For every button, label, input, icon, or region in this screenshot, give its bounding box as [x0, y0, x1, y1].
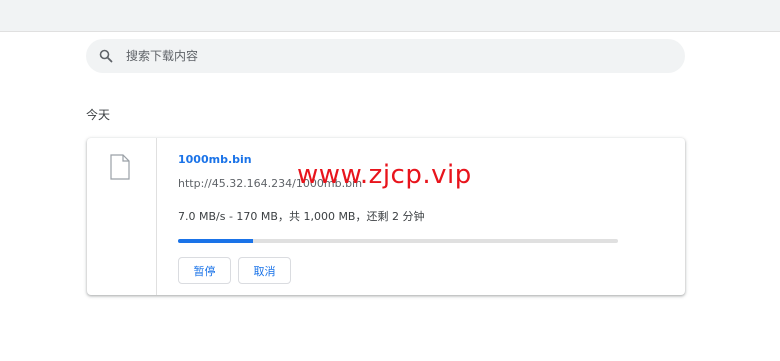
file-name-link[interactable]: 1000mb.bin	[178, 153, 252, 166]
file-icon-column	[87, 138, 157, 295]
download-item-card: 1000mb.bin http://45.32.164.234/1000mb.b…	[87, 138, 685, 295]
search-bar[interactable]	[86, 39, 685, 73]
watermark-text: www.zjcp.vip	[297, 160, 472, 190]
cancel-button[interactable]: 取消	[238, 257, 291, 284]
search-input[interactable]	[126, 49, 646, 63]
top-toolbar	[0, 0, 780, 32]
file-icon	[110, 154, 130, 180]
section-title-today: 今天	[86, 108, 111, 122]
download-progress-bar	[178, 239, 618, 243]
pause-button[interactable]: 暂停	[178, 257, 231, 284]
download-progress-fill	[178, 239, 253, 243]
download-status-text: 7.0 MB/s - 170 MB，共 1,000 MB，还剩 2 分钟	[178, 210, 425, 223]
search-icon[interactable]	[98, 48, 114, 64]
